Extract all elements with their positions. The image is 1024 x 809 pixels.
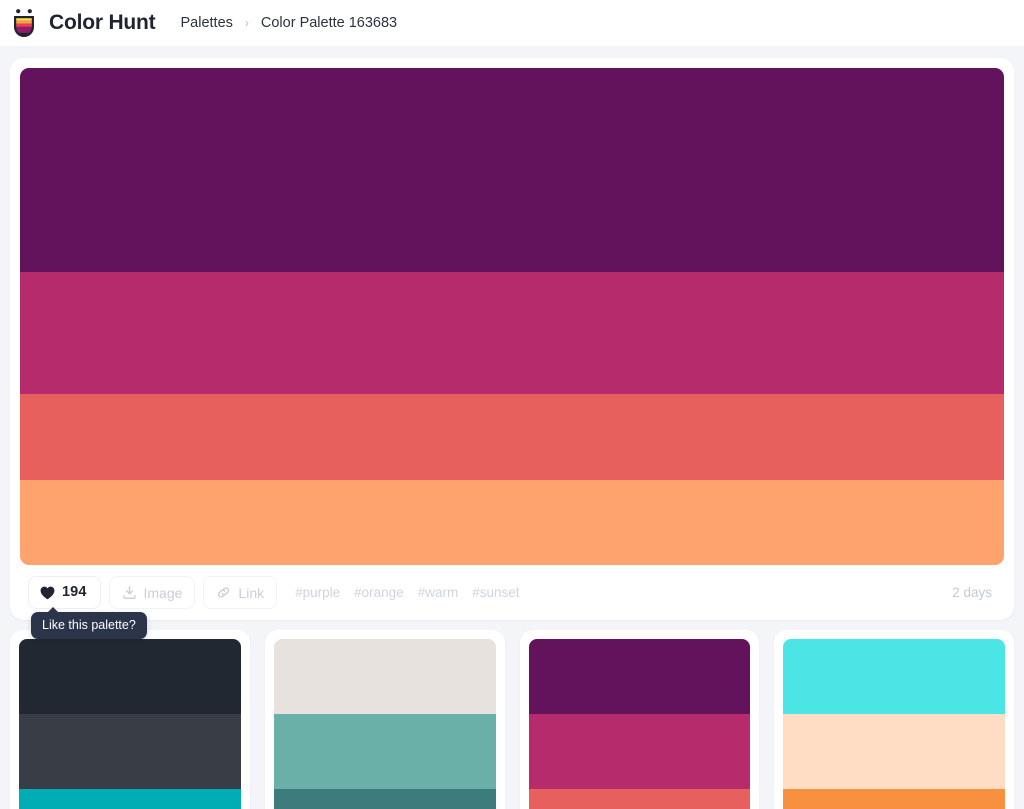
tag-purple[interactable]: #purple xyxy=(295,585,340,600)
palette-swatch-4[interactable] xyxy=(20,480,1004,565)
palette-card[interactable] xyxy=(774,630,1014,809)
palette-card[interactable] xyxy=(519,630,760,809)
breadcrumb-separator-icon: › xyxy=(244,16,249,30)
palette-swatch-1[interactable] xyxy=(20,68,1004,272)
palette-action-bar: 194 Image Link #purple #orange #warm #su… xyxy=(20,565,1004,639)
palette-swatch-2[interactable] xyxy=(783,714,1005,789)
download-image-button[interactable]: Image xyxy=(108,576,196,609)
palette-swatch-2[interactable] xyxy=(528,714,751,789)
palette-swatch-stack xyxy=(19,639,241,809)
page-content: 194 Image Link #purple #orange #warm #su… xyxy=(0,58,1024,809)
related-palettes-grid xyxy=(10,630,1014,809)
brand-home-link[interactable]: Color Hunt xyxy=(10,8,156,38)
colorhunt-cup-logo-icon xyxy=(10,8,38,38)
download-image-label: Image xyxy=(143,584,183,601)
palette-swatch-stack xyxy=(783,639,1005,809)
palette-swatch-1[interactable] xyxy=(19,639,241,714)
palette-swatch-2[interactable] xyxy=(19,714,241,789)
brand-name: Color Hunt xyxy=(49,11,156,34)
heart-icon xyxy=(40,586,55,600)
tag-list: #purple #orange #warm #sunset xyxy=(295,585,519,600)
palette-age-label: 2 days xyxy=(952,585,992,600)
palette-swatch-3[interactable] xyxy=(19,789,241,809)
palette-swatch-1[interactable] xyxy=(528,639,751,714)
tag-sunset[interactable]: #sunset xyxy=(472,585,519,600)
palette-swatch-2[interactable] xyxy=(20,271,1004,394)
tag-warm[interactable]: #warm xyxy=(418,585,459,600)
palette-swatch-3[interactable] xyxy=(528,789,751,809)
breadcrumb: Palettes › Color Palette 163683 xyxy=(180,15,397,31)
palette-swatch-3[interactable] xyxy=(783,789,1005,809)
site-header: Color Hunt Palettes › Color Palette 1636… xyxy=(0,0,1024,46)
like-count: 194 xyxy=(62,584,87,601)
palette-card[interactable] xyxy=(10,630,250,809)
copy-link-label: Link xyxy=(238,584,265,601)
tag-orange[interactable]: #orange xyxy=(354,585,404,600)
palette-detail-card: 194 Image Link #purple #orange #warm #su… xyxy=(10,58,1014,639)
header-inner: Color Hunt Palettes › Color Palette 1636… xyxy=(10,0,397,46)
palette-swatch-stack xyxy=(528,639,751,809)
palette-swatch-3[interactable] xyxy=(273,789,496,809)
palette-swatch-2[interactable] xyxy=(273,714,496,789)
download-icon xyxy=(122,585,137,600)
link-icon xyxy=(216,585,231,600)
palette-swatch-stack xyxy=(20,68,1004,565)
palette-card[interactable] xyxy=(264,630,505,809)
like-button[interactable]: 194 xyxy=(28,576,101,609)
like-tooltip: Like this palette? xyxy=(31,607,147,639)
palette-swatch-1[interactable] xyxy=(783,639,1005,714)
breadcrumb-palettes-link[interactable]: Palettes xyxy=(180,15,232,31)
palette-swatch-1[interactable] xyxy=(273,639,496,714)
breadcrumb-current-page: Color Palette 163683 xyxy=(260,15,398,31)
palette-swatch-3[interactable] xyxy=(20,393,1004,481)
palette-swatch-stack xyxy=(273,639,496,809)
copy-link-button[interactable]: Link xyxy=(203,576,278,609)
